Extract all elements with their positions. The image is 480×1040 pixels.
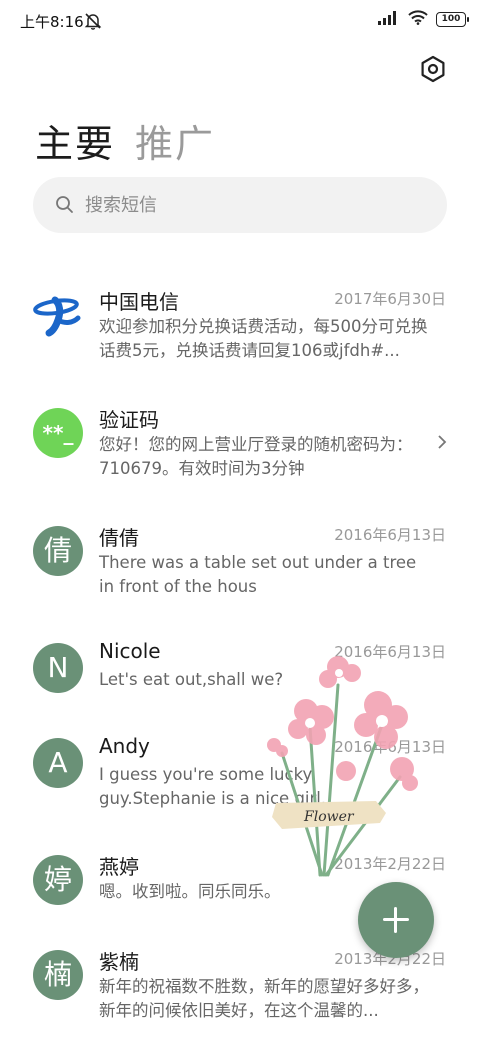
conversation-preview: Let's eat out,shall we?	[99, 670, 284, 689]
avatar: **_	[33, 408, 83, 458]
settings-button[interactable]	[419, 55, 447, 83]
conversation-preview: 您好！您的网上营业厅登录的随机密码为：710679。有效时间为3分钟	[99, 435, 413, 478]
avatar: 婷	[33, 855, 83, 905]
new-message-button[interactable]	[358, 882, 434, 958]
conversation-name: Nicole	[99, 639, 161, 663]
wifi-icon	[408, 10, 428, 29]
signal-icon	[378, 10, 400, 29]
conversation-date: 2013年2月22日	[334, 855, 446, 873]
conversation-preview: There was a table set out under a tree i…	[99, 553, 417, 596]
china-telecom-logo-icon	[33, 290, 83, 340]
conversation-date: 2016年6月13日	[334, 738, 446, 756]
avatar: 倩	[33, 526, 83, 576]
conversation-preview: 新年的祝福数不胜数，新年的愿望好多好多，新年的问候依旧美好，在这个温馨的...	[99, 977, 429, 1020]
tab-bar: 主要 推广	[35, 113, 215, 168]
conversation-row[interactable]: 倩 倩倩 2016年6月13日 There was a table set ou…	[0, 522, 480, 602]
search-icon	[56, 196, 73, 213]
conversation-row[interactable]: 楠 紫楠 2013年2月22日 新年的祝福数不胜数，新年的愿望好多好多，新年的问…	[0, 946, 480, 1026]
conversation-name: 倩倩	[99, 526, 139, 550]
status-bar: 上午8:16 100	[0, 0, 480, 42]
conversation-row[interactable]: **_ 验证码 您好！您的网上营业厅登录的随机密码为：710679。有效时间为3…	[0, 404, 480, 484]
avatar: A	[33, 738, 83, 788]
tab-primary[interactable]: 主要	[35, 113, 115, 168]
conversation-date: 2016年6月13日	[334, 643, 446, 661]
conversation-preview: I guess you're some lucky guy.Stephanie …	[99, 765, 327, 808]
conversation-row[interactable]: 中国电信 2017年6月30日 欢迎参加积分兑换话费活动，每500分可兑换话费5…	[0, 286, 480, 366]
conversation-name: 验证码	[99, 408, 159, 432]
chevron-right-icon[interactable]	[437, 434, 447, 454]
avatar: 楠	[33, 950, 83, 1000]
conversation-name: 燕婷	[99, 855, 139, 879]
avatar: N	[33, 643, 83, 693]
status-time: 上午8:16	[20, 13, 84, 31]
conversation-name: 紫楠	[99, 950, 139, 974]
conversation-name: Andy	[99, 734, 150, 758]
search-bar[interactable]	[33, 177, 447, 233]
conversation-preview: 欢迎参加积分兑换话费活动，每500分可兑换话费5元，兑换话费请回复106或jfd…	[99, 317, 428, 360]
tab-promotions[interactable]: 推广	[135, 113, 215, 168]
mute-icon	[84, 12, 102, 34]
conversation-row[interactable]: A Andy 2016年6月13日 I guess you're some lu…	[0, 734, 480, 814]
conversation-date: 2017年6月30日	[334, 290, 446, 308]
conversation-date: 2016年6月13日	[334, 526, 446, 544]
search-input[interactable]	[85, 177, 425, 233]
conversation-name: 中国电信	[99, 290, 179, 314]
settings-icon	[421, 55, 445, 83]
conversation-row[interactable]: N Nicole 2016年6月13日 Let's eat out,shall …	[0, 639, 480, 699]
battery-icon: 100	[436, 12, 469, 27]
